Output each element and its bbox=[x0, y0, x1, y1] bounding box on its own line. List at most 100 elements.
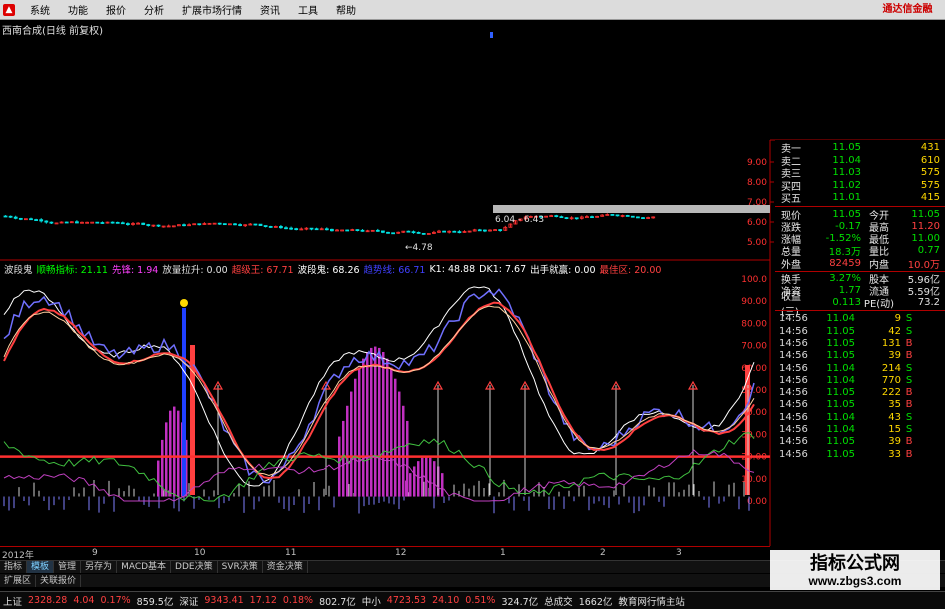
tick-side: S bbox=[905, 313, 913, 325]
tick-price: 11.05 bbox=[826, 337, 855, 349]
candle-body bbox=[590, 216, 594, 219]
order-book-price: 11.01 bbox=[832, 192, 861, 204]
order-book-price: 11.04 bbox=[832, 154, 861, 166]
candle-body bbox=[54, 222, 59, 225]
watermark: 指标公式网 www.zbgs3.com bbox=[770, 550, 940, 590]
indicator-legend-item[interactable]: 波段鬼 bbox=[4, 262, 33, 276]
signal-bar bbox=[386, 358, 389, 497]
signal-bar bbox=[370, 347, 373, 497]
candle-body bbox=[49, 221, 54, 224]
candle-body bbox=[39, 219, 44, 222]
indicator-legend-item[interactable]: 先锋: 1.94 bbox=[112, 262, 158, 276]
candle-body bbox=[406, 230, 411, 233]
stat-label: 内盘 bbox=[869, 259, 889, 271]
date-axis-label: 3 bbox=[676, 548, 682, 558]
tab-item[interactable]: 资金决策 bbox=[263, 561, 308, 573]
extension-tab[interactable]: 关联报价 bbox=[36, 574, 82, 587]
tab-item[interactable]: MACD基本 bbox=[117, 561, 172, 573]
tick-time: 14:56 bbox=[779, 399, 808, 411]
signal-bar bbox=[362, 358, 365, 497]
candle-body bbox=[314, 228, 319, 231]
candle-body bbox=[391, 232, 396, 235]
order-book-price: 11.02 bbox=[832, 179, 861, 191]
candle-body bbox=[34, 219, 38, 221]
indicator-legend-item[interactable]: 顺畅指标: 21.11 bbox=[37, 262, 108, 276]
tick-time: 14:56 bbox=[779, 362, 808, 374]
candle-body bbox=[284, 227, 288, 230]
candle-body bbox=[498, 229, 503, 232]
indicator-legend-item[interactable]: 出手就赢: 0.00 bbox=[530, 262, 595, 276]
candle-body bbox=[421, 232, 426, 235]
tab-item[interactable]: SVR决策 bbox=[218, 561, 263, 573]
date-axis-label: 10 bbox=[194, 548, 206, 558]
candle-body bbox=[340, 229, 345, 232]
indicator-legend-item[interactable]: 最佳区: 20.00 bbox=[600, 262, 662, 276]
candle-body bbox=[630, 215, 635, 218]
market-status-bar: 上证 2328.28 4.04 0.17% 859.5亿 深证 9343.41 17.12 0.… bbox=[0, 591, 945, 609]
candle-body bbox=[182, 224, 186, 227]
tab-item[interactable]: 另存为 bbox=[81, 561, 118, 573]
tick-row: 14:56 11.05 131 B bbox=[775, 338, 945, 350]
order-book-volume: 610 bbox=[920, 154, 940, 166]
stat-value: 82459 bbox=[829, 257, 861, 269]
tick-volume: 9 bbox=[894, 313, 901, 325]
date-axis-label: 1 bbox=[500, 548, 506, 558]
candle-body bbox=[477, 229, 482, 232]
stat-value: 11.05 bbox=[832, 208, 861, 220]
signal-bar bbox=[157, 460, 160, 497]
tick-side: B bbox=[905, 350, 913, 362]
order-book-volume: 431 bbox=[920, 142, 940, 154]
indicator-legend-item[interactable]: DK1: 7.67 bbox=[479, 264, 526, 275]
candle-body bbox=[146, 224, 151, 226]
tick-time: 14:56 bbox=[779, 325, 808, 337]
candle-body bbox=[355, 229, 360, 232]
stat-value: 1.77 bbox=[838, 284, 861, 296]
indicator-legend-item[interactable]: 波段鬼: 68.26 bbox=[298, 262, 360, 276]
signal-bar bbox=[177, 410, 180, 497]
indicator-legend-item[interactable]: K1: 48.88 bbox=[429, 264, 475, 275]
tab-item[interactable]: 指标 bbox=[0, 561, 28, 573]
order-book-volume: 415 bbox=[920, 192, 940, 204]
indicator-axis-label: 100.0 bbox=[741, 275, 767, 285]
price-axis-label: 5.00 bbox=[747, 238, 767, 248]
order-book-volume: 575 bbox=[920, 167, 940, 179]
signal-bar bbox=[358, 367, 361, 497]
price-axis-label: 6.00 bbox=[747, 218, 767, 228]
order-book-price: 11.03 bbox=[832, 167, 861, 179]
tab-item[interactable]: 管理 bbox=[54, 561, 82, 573]
indicator-legend-item[interactable]: 趋势线: 66.71 bbox=[364, 262, 426, 276]
tab-item[interactable]: DDE决策 bbox=[171, 561, 218, 573]
status-item: 324.7亿 bbox=[501, 596, 539, 608]
candle-body bbox=[18, 217, 23, 220]
candle-body bbox=[156, 224, 161, 227]
price-axis-label: 8.00 bbox=[747, 178, 767, 188]
tab-item[interactable]: 模板 bbox=[27, 561, 55, 573]
candle-body bbox=[258, 223, 263, 226]
tick-volume: 15 bbox=[888, 424, 901, 436]
tick-time: 14:56 bbox=[779, 313, 808, 325]
extension-tab[interactable]: 扩展区 bbox=[0, 574, 37, 587]
signal-bar bbox=[378, 347, 381, 497]
candle-body bbox=[222, 223, 227, 226]
candle-body bbox=[416, 232, 421, 234]
candle-body bbox=[386, 231, 390, 234]
candle-body bbox=[44, 220, 49, 223]
signal-bar bbox=[433, 461, 436, 497]
stat-value: 5.59亿 bbox=[907, 286, 940, 298]
coin-icon bbox=[180, 299, 188, 307]
candle-body bbox=[615, 214, 620, 217]
indicator-legend-item[interactable]: 放量拉升: 0.00 bbox=[162, 262, 227, 276]
candle-body bbox=[95, 221, 100, 224]
date-axis-label: 9 bbox=[92, 548, 98, 558]
candle-body bbox=[289, 227, 294, 230]
status-item: 859.5亿 bbox=[136, 596, 174, 608]
tick-row: 14:56 11.04 9 S bbox=[775, 313, 945, 325]
tick-volume: 33 bbox=[888, 448, 901, 460]
tick-side: B bbox=[905, 436, 913, 448]
candle-body bbox=[411, 231, 416, 234]
stat-value: 11.05 bbox=[911, 208, 940, 220]
tick-row: 14:56 11.05 39 B bbox=[775, 436, 945, 448]
indicator-legend-item[interactable]: 超级王: 67.71 bbox=[232, 262, 294, 276]
stat-label: PE(动) bbox=[863, 299, 895, 311]
trading-app: ▲ 系统 功能 报价 分析 扩展市场行情 资讯 工具 帮助 通达信金融 西南合成(日线 前复权… bbox=[0, 0, 945, 609]
